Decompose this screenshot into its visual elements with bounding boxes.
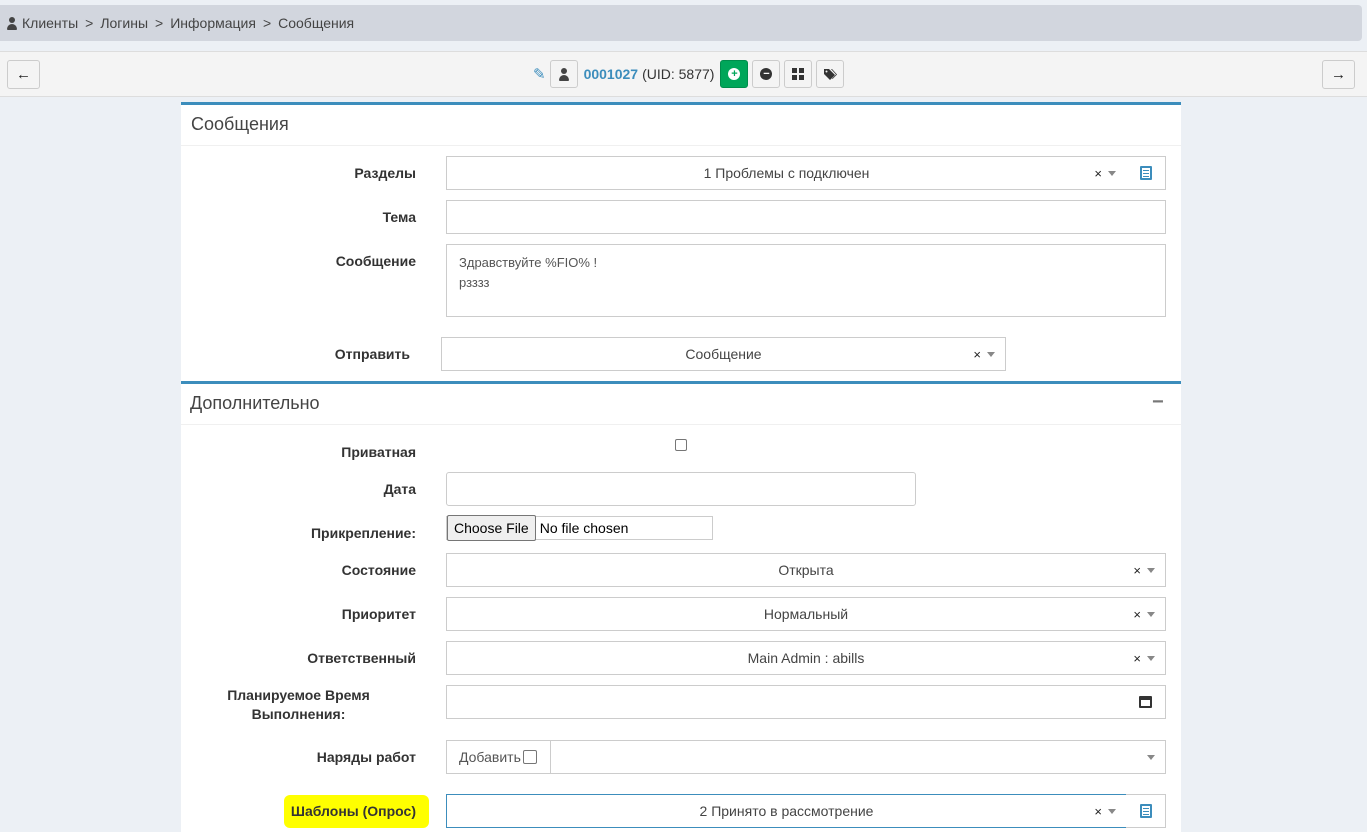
tags-icon	[823, 68, 837, 80]
file-input[interactable]: Choose File No file chosen	[446, 515, 713, 541]
user-icon	[6, 17, 18, 31]
list-icon	[1139, 804, 1152, 818]
calendar-button[interactable]	[1126, 685, 1166, 719]
work-orders-add-label: Добавить	[459, 749, 521, 765]
breadcrumb-item-logins[interactable]: Логины	[100, 15, 148, 31]
clear-icon[interactable]: ×	[1133, 607, 1141, 622]
back-button[interactable]: ←	[7, 60, 40, 89]
breadcrumb-separator: >	[262, 15, 272, 31]
templates-select[interactable]: 2 Принято в рассмотрение ×	[446, 794, 1127, 828]
state-selected-value: Открыта	[778, 562, 834, 578]
work-orders-label: Наряды работ	[316, 749, 416, 765]
date-label: Дата	[383, 481, 416, 497]
private-checkbox[interactable]	[675, 439, 687, 451]
choose-file-button[interactable]: Choose File	[447, 515, 536, 541]
message-label: Сообщение	[335, 253, 416, 269]
breadcrumb-item-info[interactable]: Информация	[170, 15, 256, 31]
attachment-label: Прикрепление:	[310, 525, 416, 541]
chevron-down-icon	[1147, 567, 1155, 573]
state-select[interactable]: Открыта ×	[446, 553, 1166, 587]
sections-select[interactable]: 1 Проблемы с подключен ×	[446, 156, 1127, 190]
send-type-selected-value: Сообщение	[685, 346, 762, 362]
breadcrumb-item-clients[interactable]: Клиенты	[22, 15, 78, 31]
clear-icon[interactable]: ×	[1133, 651, 1141, 666]
breadcrumb-separator: >	[155, 15, 164, 31]
message-textarea[interactable]: Здравствуйте %FIO% ! рзззз	[446, 244, 1166, 317]
responsible-selected-value: Main Admin : abills	[747, 650, 865, 666]
pencil-icon[interactable]: ✎	[533, 65, 546, 83]
chevron-down-icon	[1147, 655, 1155, 661]
date-input[interactable]	[446, 472, 916, 506]
remove-button[interactable]: −	[752, 60, 781, 88]
chevron-down-icon	[1147, 754, 1155, 760]
responsible-select[interactable]: Main Admin : abills ×	[446, 641, 1166, 675]
message-line: рзззз	[459, 275, 490, 290]
breadcrumb-separator: >	[85, 15, 94, 31]
private-label: Приватная	[341, 444, 416, 460]
priority-selected-value: Нормальный	[763, 606, 849, 622]
chevron-down-icon	[1147, 611, 1155, 617]
responsible-label: Ответственный	[307, 650, 416, 666]
work-orders-add-checkbox[interactable]	[522, 750, 537, 764]
message-line: Здравствуйте %FIO% !	[459, 255, 598, 270]
planned-time-label: Планируемое Время Выполнения:	[181, 686, 416, 724]
state-label: Состояние	[341, 562, 416, 578]
chevron-down-icon	[1108, 170, 1116, 176]
templates-label: Шаблоны (Опрос)	[290, 803, 416, 819]
calendar-icon	[1139, 696, 1152, 708]
user-profile-button[interactable]	[549, 60, 578, 88]
sections-list-button[interactable]	[1126, 156, 1166, 190]
clear-icon[interactable]: ×	[1094, 804, 1102, 819]
collapse-button[interactable]: −	[1152, 391, 1164, 414]
priority-label: Приоритет	[341, 606, 416, 622]
clear-icon[interactable]: ×	[1094, 166, 1102, 181]
additional-section-title: Дополнительно	[190, 393, 320, 413]
send-label: Отправить	[334, 346, 410, 362]
user-controls: ✎ 0001027 (UID: 5877) + −	[533, 60, 845, 88]
sections-label: Разделы	[354, 165, 416, 181]
list-icon	[1139, 166, 1152, 180]
arrow-right-icon: →	[1331, 66, 1346, 83]
forward-button[interactable]: →	[1322, 60, 1355, 89]
priority-select[interactable]: Нормальный ×	[446, 597, 1166, 631]
user-icon	[558, 68, 570, 82]
templates-selected-value: 2 Принято в рассмотрение	[699, 803, 874, 819]
subject-input[interactable]	[446, 200, 1166, 234]
add-button[interactable]: +	[720, 60, 749, 88]
work-orders-select[interactable]	[550, 740, 1166, 774]
sections-selected-value: 1 Проблемы с подключен	[703, 165, 870, 181]
arrow-left-icon: ←	[16, 66, 31, 83]
send-type-select[interactable]: Сообщение ×	[441, 337, 1006, 371]
divider	[181, 145, 1181, 146]
uid-text: (UID: 5877)	[642, 66, 715, 82]
tags-button[interactable]	[816, 60, 845, 88]
grid-icon	[792, 68, 805, 80]
panel-top-border	[181, 102, 1181, 105]
login-link[interactable]: 0001027	[584, 66, 639, 82]
clear-icon[interactable]: ×	[1133, 563, 1141, 578]
subject-label: Тема	[382, 209, 416, 225]
divider	[181, 424, 1181, 425]
planned-time-label-line: Планируемое Время	[227, 687, 370, 703]
templates-list-button[interactable]	[1126, 794, 1166, 828]
chevron-down-icon	[987, 351, 995, 357]
messages-section-title: Сообщения	[191, 114, 289, 134]
additional-top-border	[181, 381, 1181, 384]
minus-circle-icon: −	[760, 68, 773, 80]
breadcrumb: Клиенты > Логины > Информация > Сообщени…	[0, 5, 1362, 41]
chevron-down-icon	[1108, 808, 1116, 814]
clear-icon[interactable]: ×	[973, 347, 981, 362]
work-orders-add-addon: Добавить	[446, 740, 551, 774]
file-status: No file chosen	[539, 520, 629, 536]
planned-time-input[interactable]	[446, 685, 1127, 719]
planned-time-label-line: Выполнения:	[251, 706, 346, 722]
breadcrumb-item-messages: Сообщения	[278, 15, 355, 31]
plus-circle-icon: +	[728, 68, 741, 80]
grid-button[interactable]	[784, 60, 813, 88]
